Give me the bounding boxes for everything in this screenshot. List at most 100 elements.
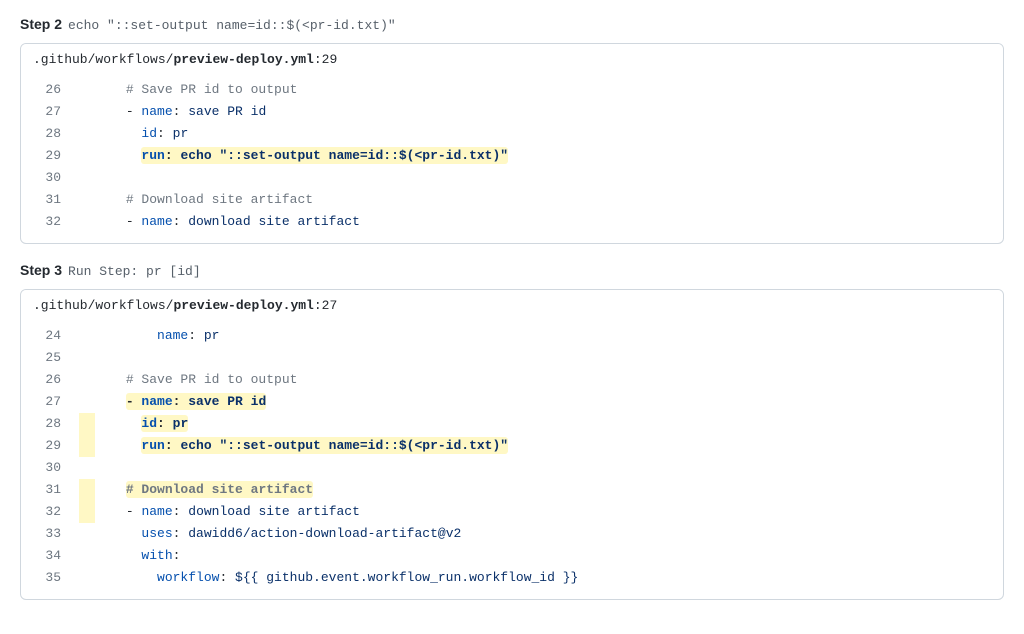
line-content: # Save PR id to output — [79, 79, 1003, 101]
line-content: id: pr — [79, 413, 1003, 435]
line-content: with: — [79, 545, 1003, 567]
line-number[interactable]: 28 — [21, 123, 79, 145]
token: # Save PR id to output — [126, 372, 298, 387]
token: name — [141, 214, 172, 229]
token: workflow — [157, 570, 219, 585]
token: # Download site artifact — [126, 192, 313, 207]
line-number[interactable]: 34 — [21, 545, 79, 567]
step-label: Step 3 — [20, 262, 62, 278]
line-content: id: pr — [79, 123, 1003, 145]
token: : — [173, 548, 181, 563]
code-line: 28 id: pr — [21, 413, 1003, 435]
line-number[interactable]: 28 — [21, 413, 79, 435]
step-section: Step 2echo "::set-output name=id::$(<pr-… — [20, 16, 1004, 244]
token: : — [165, 148, 181, 163]
code-line: 27 - name: save PR id — [21, 101, 1003, 123]
code-line: 24 name: pr — [21, 325, 1003, 347]
token: pr — [173, 126, 189, 141]
token: with — [141, 548, 172, 563]
token: - — [126, 214, 142, 229]
highlight: - name: save PR id — [126, 393, 266, 410]
code-line: 28 id: pr — [21, 123, 1003, 145]
line-number[interactable]: 27 — [21, 101, 79, 123]
code-line: 27 - name: save PR id — [21, 391, 1003, 413]
token: : — [173, 526, 189, 541]
token: - — [126, 104, 142, 119]
code-box: .github/workflows/preview-deploy.yml:292… — [20, 43, 1004, 244]
file-line-number: :27 — [314, 298, 337, 313]
line-content: - name: download site artifact — [79, 211, 1003, 233]
token: : — [173, 214, 189, 229]
token: id — [141, 416, 157, 431]
line-content — [79, 347, 1003, 369]
line-number[interactable]: 30 — [21, 167, 79, 189]
line-number[interactable]: 29 — [21, 145, 79, 167]
line-number[interactable]: 24 — [21, 325, 79, 347]
line-number[interactable]: 33 — [21, 523, 79, 545]
line-number[interactable]: 27 — [21, 391, 79, 413]
line-content: - name: save PR id — [79, 391, 1003, 413]
step-description: echo "::set-output name=id::$(<pr-id.txt… — [68, 18, 396, 33]
token: dawidd6/action-download-artifact@v2 — [188, 526, 461, 541]
code-line: 30 — [21, 167, 1003, 189]
code-line: 32 - name: download site artifact — [21, 501, 1003, 523]
token: : — [165, 438, 181, 453]
token: ${{ github.event.workflow_run.workflow_i… — [235, 570, 578, 585]
line-number[interactable]: 31 — [21, 189, 79, 211]
line-content: run: echo "::set-output name=id::$(<pr-i… — [79, 435, 1003, 457]
token: : — [173, 394, 189, 409]
file-path[interactable]: .github/workflows/preview-deploy.yml:29 — [21, 44, 1003, 75]
file-name: preview-deploy.yml — [173, 52, 313, 67]
step-header: Step 3 Run Step: pr [id] — [20, 262, 1004, 279]
token: pr — [204, 328, 220, 343]
file-path-prefix: .github/workflows/ — [33, 298, 173, 313]
line-number[interactable]: 31 — [21, 479, 79, 501]
code-line: 35 workflow: ${{ github.event.workflow_r… — [21, 567, 1003, 589]
step-description: Run Step: pr [id] — [68, 264, 201, 279]
code-line: 32 - name: download site artifact — [21, 211, 1003, 233]
token: echo "::set-output name=id::$(<pr-id.txt… — [180, 148, 508, 163]
code-lines: 24 name: pr2526 # Save PR id to output27… — [21, 321, 1003, 599]
code-line: 29 run: echo "::set-output name=id::$(<p… — [21, 145, 1003, 167]
line-number[interactable]: 26 — [21, 79, 79, 101]
token: pr — [173, 416, 189, 431]
code-box: .github/workflows/preview-deploy.yml:27 2… — [20, 289, 1004, 600]
line-number[interactable]: 30 — [21, 457, 79, 479]
line-content — [79, 167, 1003, 189]
token: - — [126, 394, 142, 409]
line-number[interactable]: 32 — [21, 211, 79, 233]
highlight-leading — [79, 501, 95, 523]
line-number[interactable]: 29 — [21, 435, 79, 457]
code-line: 26 # Save PR id to output — [21, 79, 1003, 101]
token: - — [126, 504, 142, 519]
file-path-prefix: .github/workflows/ — [33, 52, 173, 67]
line-content: name: pr — [79, 325, 1003, 347]
code-line: 29 run: echo "::set-output name=id::$(<p… — [21, 435, 1003, 457]
line-number[interactable]: 25 — [21, 347, 79, 369]
token: id — [141, 126, 157, 141]
token: run — [141, 148, 164, 163]
token: # Download site artifact — [126, 482, 313, 497]
token: name — [141, 104, 172, 119]
code-line: 26 # Save PR id to output — [21, 369, 1003, 391]
line-number[interactable]: 26 — [21, 369, 79, 391]
step-section: Step 3 Run Step: pr [id] .github/workflows… — [20, 262, 1004, 600]
line-number[interactable]: 32 — [21, 501, 79, 523]
line-number[interactable]: 35 — [21, 567, 79, 589]
file-path[interactable]: .github/workflows/preview-deploy.yml:27 — [21, 290, 1003, 321]
token: : — [173, 104, 189, 119]
token: : — [219, 570, 235, 585]
highlight-leading — [79, 479, 95, 501]
line-content: run: echo "::set-output name=id::$(<pr-i… — [79, 145, 1003, 167]
token: download site artifact — [188, 504, 360, 519]
token: save PR id — [188, 394, 266, 409]
token: run — [141, 438, 164, 453]
highlight: run: echo "::set-output name=id::$(<pr-i… — [141, 147, 508, 164]
highlight-leading — [79, 435, 95, 457]
code-line: 34 with: — [21, 545, 1003, 567]
code-line: 30 — [21, 457, 1003, 479]
line-content: workflow: ${{ github.event.workflow_run.… — [79, 567, 1003, 589]
code-line: 33 uses: dawidd6/action-download-artifac… — [21, 523, 1003, 545]
highlight: # Download site artifact — [126, 481, 313, 498]
line-content: - name: download site artifact — [79, 501, 1003, 523]
